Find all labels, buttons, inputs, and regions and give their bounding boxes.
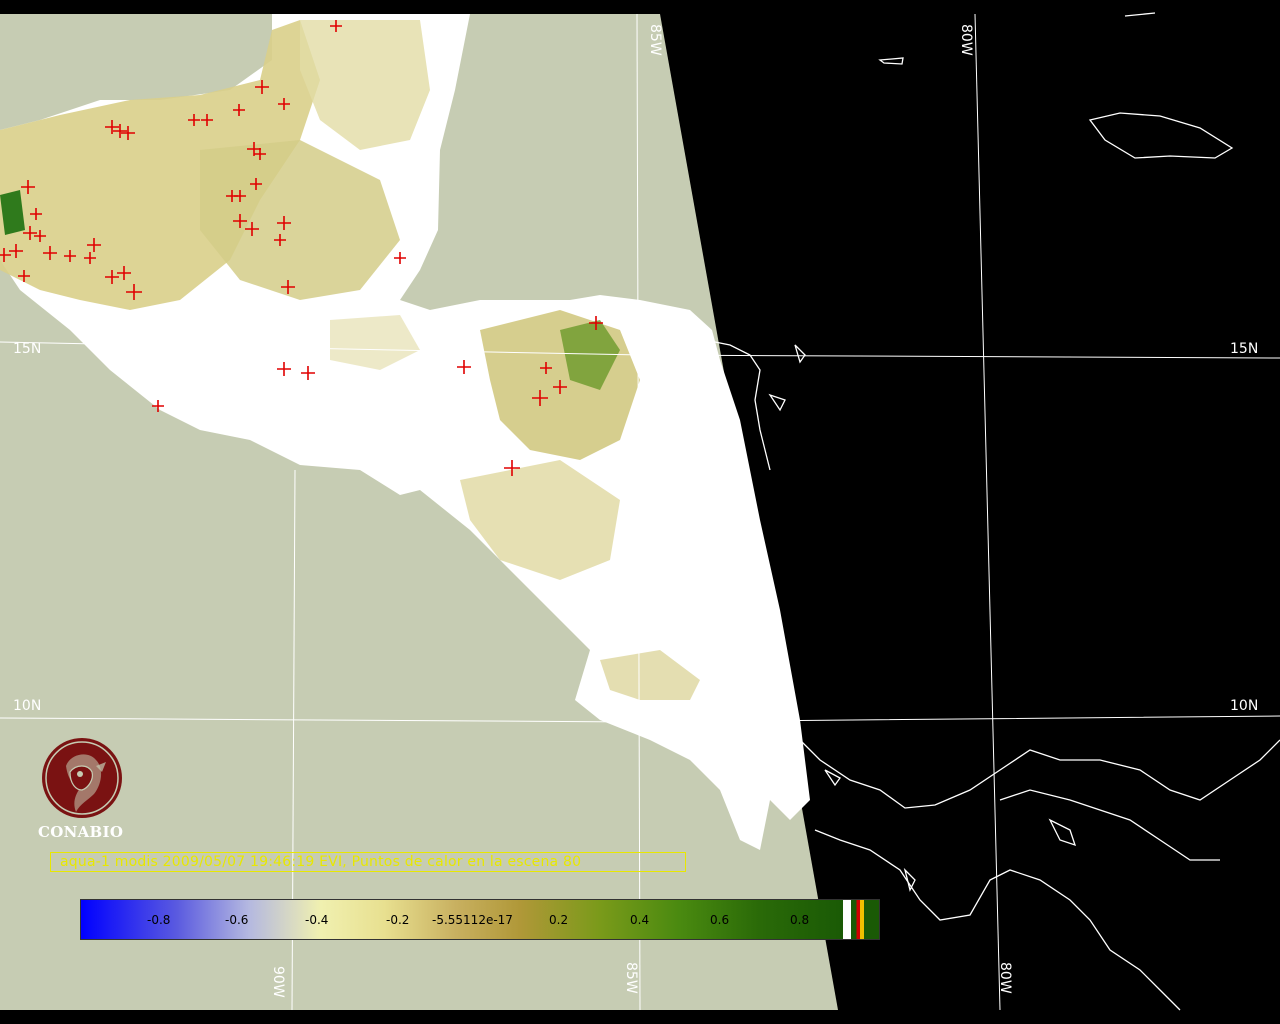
colorbar-tick-label: 0.8 (790, 913, 810, 927)
caption-text: aqua-1 modis 2009/05/07 19:46:19 EVI, Pu… (60, 854, 582, 870)
colorbar-tick-label: -0.2 (386, 913, 410, 927)
lon-label-85w-bottom: 85W (623, 962, 639, 994)
lon-label-85w-top: 85W (647, 24, 663, 56)
colorbar-tick-label: 0.6 (710, 913, 730, 927)
logo-text: CONABIO (38, 823, 124, 841)
lat-label-10n-right: 10N (1230, 698, 1259, 714)
colorbar-tick-label: -0.6 (225, 913, 249, 927)
colorbar-tick-label: -0.8 (147, 913, 171, 927)
lat-label-15n-left: 15N (13, 341, 42, 357)
colorbar-tick-label: -5.55112e-17 (432, 913, 513, 927)
lat-label-15n-right: 15N (1230, 341, 1259, 357)
lon-label-80w-bottom: 80W (997, 962, 1013, 994)
lon-label-90w-bottom: 90W (270, 966, 286, 998)
lon-label-80w-top: 80W (958, 24, 974, 56)
lat-label-10n-left: 10N (13, 698, 42, 714)
colorbar-tick-label: -0.4 (305, 913, 329, 927)
colorbar-tick-label: 0.4 (630, 913, 650, 927)
colorbar-tick-label: 0.2 (549, 913, 569, 927)
